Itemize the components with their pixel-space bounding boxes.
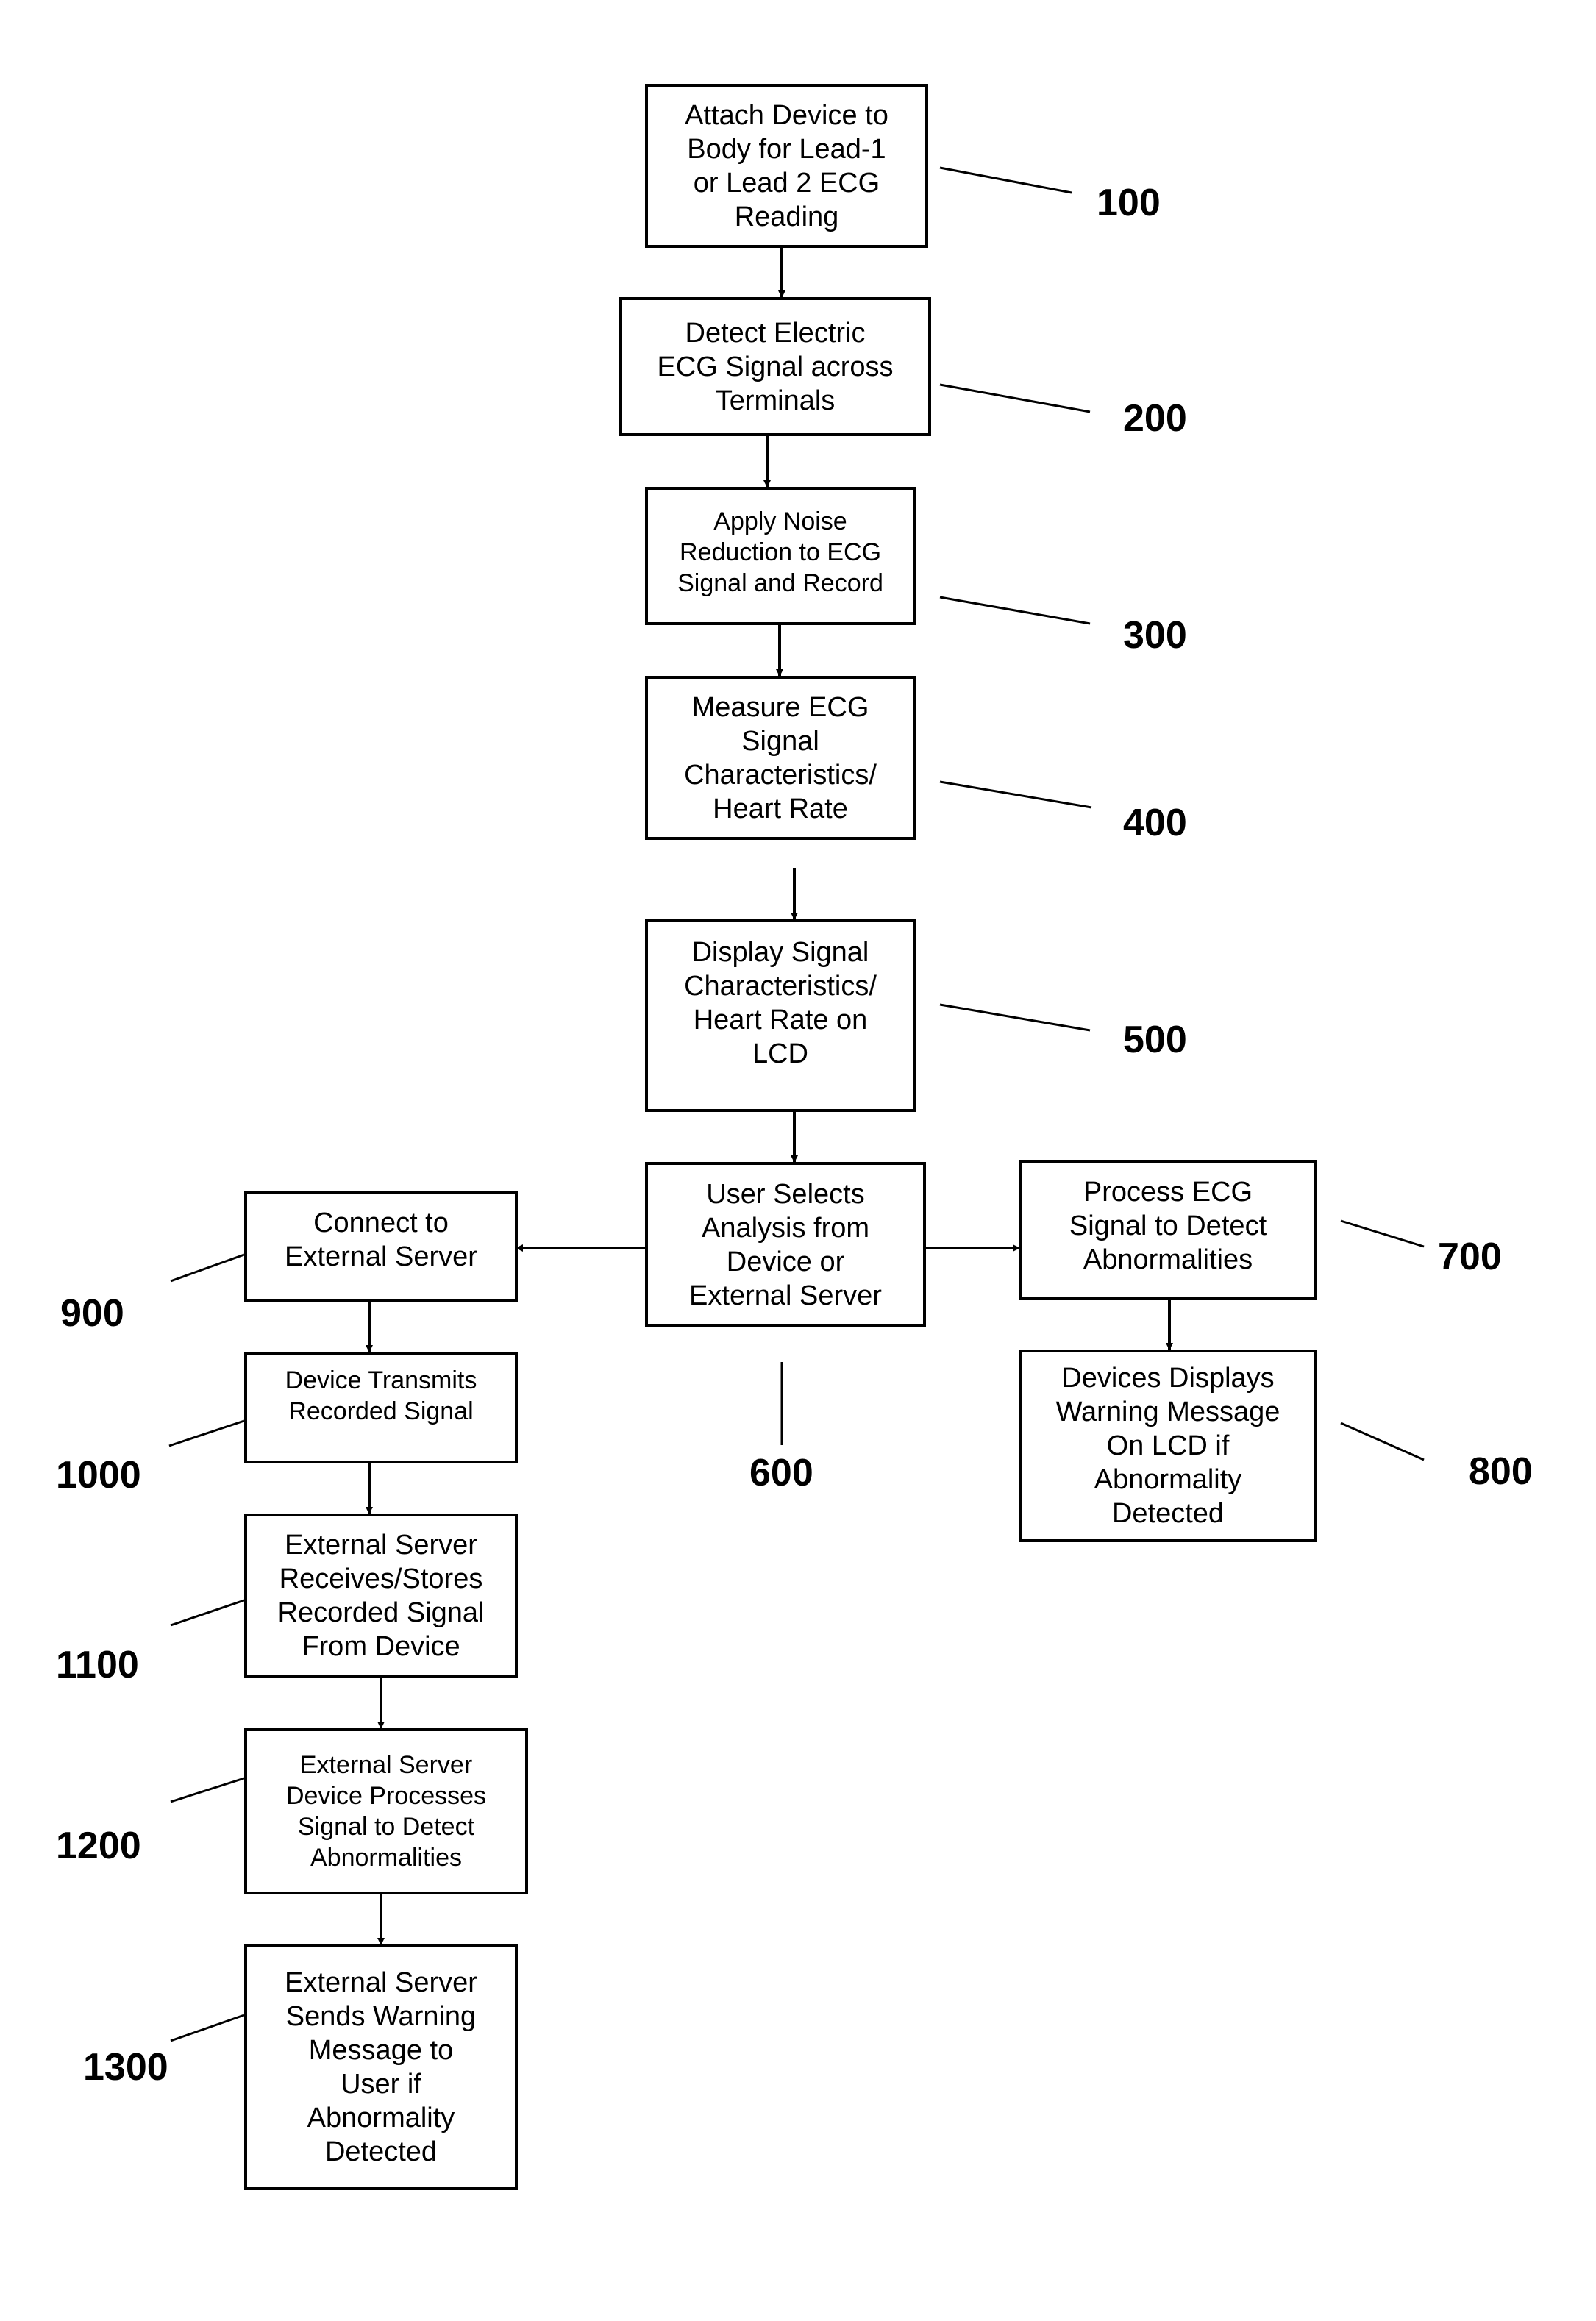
step-text: User if <box>341 2069 421 2100</box>
step-text: Apply Noise <box>713 507 847 535</box>
leader-1200 <box>170 1777 245 1803</box>
step-text: Receives/Stores <box>279 1564 483 1594</box>
step-text: Detect Electric <box>685 317 866 349</box>
step-text: Device or <box>726 1246 845 1277</box>
step-text: Body for Lead-1 <box>687 133 886 165</box>
step-text: Recorded Signal <box>288 1397 474 1425</box>
ecg-flowchart: Attach Device to Body for Lead-1 or Lead… <box>0 0 1596 2321</box>
step-text: Abnormality <box>1094 1464 1242 1495</box>
ref-label-1200: 1200 <box>56 1825 141 1867</box>
step-box-1300: External Server Sends Warning Message to… <box>244 1944 518 2190</box>
ref-label-200: 200 <box>1123 397 1187 440</box>
step-text: Signal <box>741 725 819 757</box>
step-text: Reading <box>734 201 839 232</box>
step-text: Measure ECG <box>691 691 869 723</box>
step-text: Recorded Signal <box>277 1597 485 1628</box>
step-text: From Device <box>302 1631 460 1662</box>
step-text: Characteristics/ <box>684 759 877 791</box>
step-text: or Lead 2 ECG <box>693 167 880 199</box>
step-box-1100: External Server Receives/Stores Recorded… <box>244 1514 518 1678</box>
step-text: Heart Rate on <box>693 1005 868 1035</box>
ref-label-900: 900 <box>60 1292 124 1335</box>
leader-1300 <box>170 2014 245 2042</box>
step-box-600: User Selects Analysis from Device or Ext… <box>645 1162 926 1327</box>
step-text: Detected <box>324 2136 438 2167</box>
step-text: Devices Displays <box>1061 1363 1275 1394</box>
step-text: Warning Message <box>1055 1397 1280 1427</box>
step-text: LCD <box>752 1038 809 1069</box>
step-text: Abnormalities <box>1083 1244 1253 1275</box>
step-text: Device Transmits <box>285 1366 477 1394</box>
step-text: External Server <box>285 1241 477 1272</box>
step-text: Abnormality <box>307 2103 455 2133</box>
step-text: Display Signal <box>691 937 869 968</box>
leader-300 <box>939 596 1091 625</box>
step-text: Characteristics/ <box>684 971 877 1002</box>
step-text: On LCD if <box>1106 1430 1230 1461</box>
ref-label-400: 400 <box>1123 802 1187 844</box>
step-text: Message to <box>308 2035 454 2066</box>
step-box-300: Apply Noise Reduction to ECG Signal and … <box>645 487 916 625</box>
ref-label-600: 600 <box>749 1452 813 1494</box>
ref-label-1300: 1300 <box>83 2046 168 2089</box>
leader-1000 <box>168 1419 245 1447</box>
ref-label-800: 800 <box>1469 1450 1533 1493</box>
step-text: Connect to <box>313 1208 449 1238</box>
ref-label-1000: 1000 <box>56 1454 141 1497</box>
step-box-1200: External Server Device Processes Signal … <box>244 1728 528 1894</box>
ref-label-500: 500 <box>1123 1019 1187 1061</box>
step-box-700: Process ECG Signal to Detect Abnormaliti… <box>1019 1160 1317 1300</box>
step-box-500: Display Signal Characteristics/ Heart Ra… <box>645 919 916 1112</box>
step-text: Process ECG <box>1083 1177 1253 1208</box>
leader-400 <box>939 780 1092 809</box>
step-box-200: Detect Electric ECG Signal across Termin… <box>619 297 931 436</box>
leader-700 <box>1340 1219 1425 1248</box>
leader-200 <box>939 383 1091 413</box>
ref-label-100: 100 <box>1097 182 1161 224</box>
step-text: Signal to Detect <box>1069 1211 1267 1241</box>
step-text: User Selects <box>706 1178 865 1210</box>
step-text: ECG Signal across <box>657 351 894 382</box>
ref-label-1100: 1100 <box>56 1644 139 1686</box>
step-text: Heart Rate <box>713 793 848 824</box>
step-text: Sends Warning <box>285 2001 477 2032</box>
step-text: Analysis from <box>701 1212 870 1244</box>
step-text: External Server <box>285 1967 477 1998</box>
step-text: External Server <box>299 1751 473 1779</box>
step-text: Abnormalities <box>310 1844 462 1872</box>
step-text: Detected <box>1111 1498 1225 1529</box>
step-box-100: Attach Device to Body for Lead-1 or Lead… <box>645 84 928 248</box>
step-text: External Server <box>285 1530 477 1561</box>
step-text: Signal and Record <box>677 569 883 597</box>
leader-1100 <box>170 1599 245 1627</box>
ref-label-300: 300 <box>1123 614 1187 657</box>
step-text: Device Processes <box>285 1782 487 1810</box>
step-box-1000: Device Transmits Recorded Signal <box>244 1352 518 1463</box>
step-box-800: Devices Displays Warning Message On LCD … <box>1019 1350 1317 1542</box>
step-text: Terminals <box>715 385 836 416</box>
leader-800 <box>1340 1422 1425 1461</box>
step-text: Signal to Detect <box>297 1813 475 1841</box>
leader-500 <box>939 1003 1091 1032</box>
step-text: Attach Device to <box>685 99 888 131</box>
ref-label-700: 700 <box>1438 1236 1502 1278</box>
step-box-900: Connect to External Server <box>244 1191 518 1302</box>
step-text: External Server <box>689 1280 882 1311</box>
step-text: Reduction to ECG <box>679 538 882 566</box>
leader-100 <box>939 166 1072 194</box>
leader-900 <box>170 1253 245 1283</box>
step-box-400: Measure ECG Signal Characteristics/ Hear… <box>645 676 916 840</box>
